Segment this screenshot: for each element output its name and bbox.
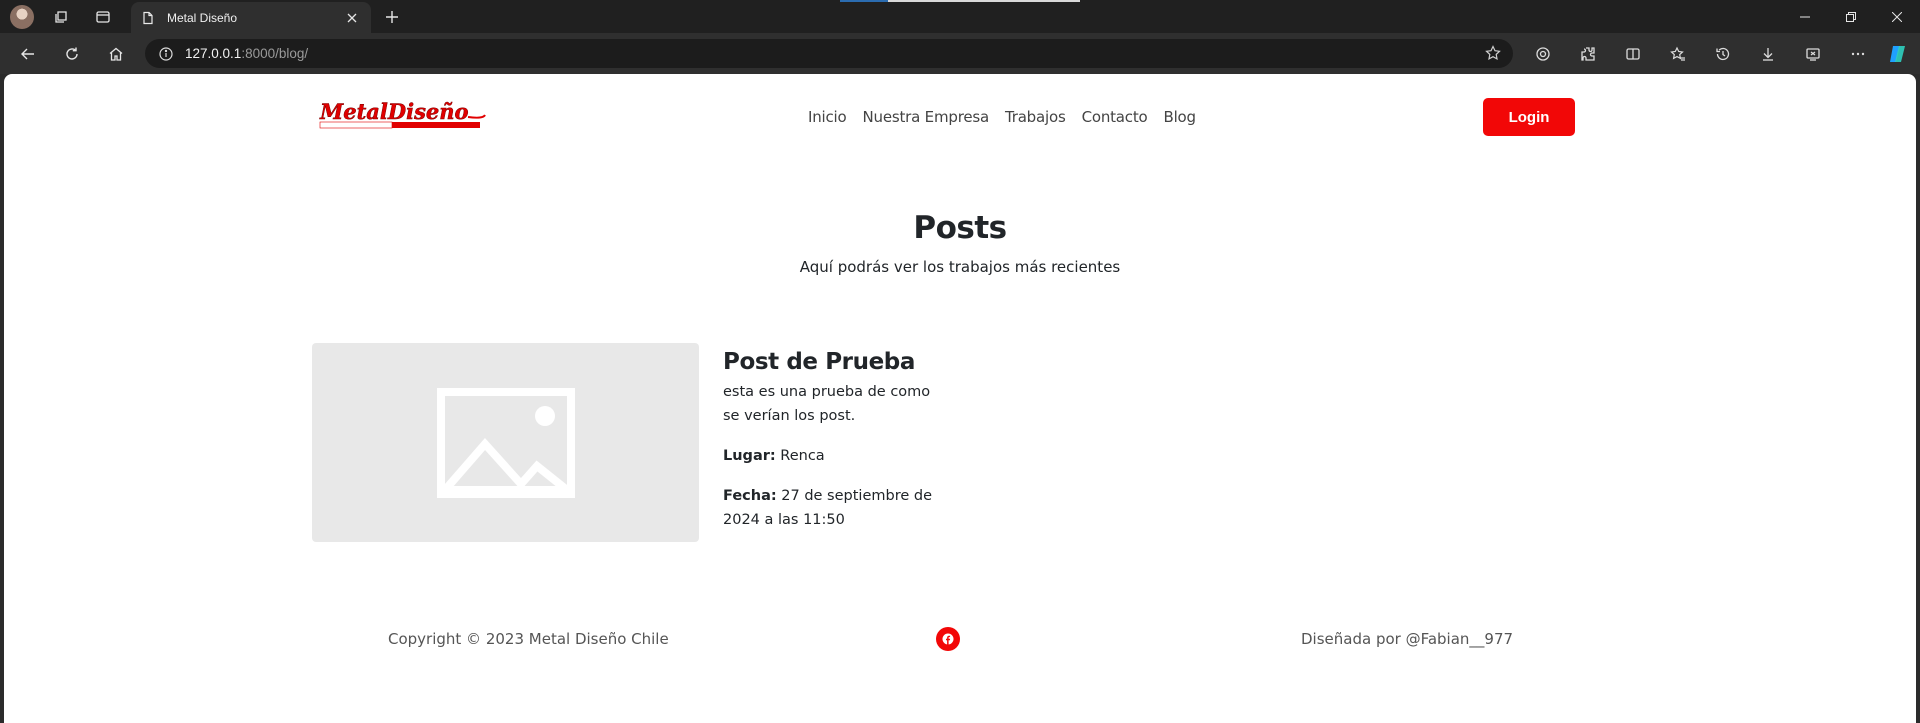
main-nav: Inicio Nuestra Empresa Trabajos Contacto… [800,108,1204,126]
refresh-icon[interactable] [58,41,86,67]
close-tab-icon[interactable] [343,9,361,27]
post-details: Post de Prueba esta es una prueba de com… [723,343,943,532]
url-text: 127.0.0.1:8000/blog/ [185,46,309,61]
page-title: Posts [913,210,1007,246]
browser-toolbar: 127.0.0.1:8000/blog/ [0,33,1920,74]
loading-indicator [840,0,1080,2]
post-image-placeholder[interactable] [312,343,699,542]
home-icon[interactable] [102,41,130,67]
post-title[interactable]: Post de Prueba [723,349,943,375]
address-bar[interactable]: 127.0.0.1:8000/blog/ [145,39,1513,68]
downloads-icon[interactable] [1753,41,1783,67]
restore-icon[interactable] [1828,0,1874,33]
extensions-icon[interactable] [1573,41,1603,67]
browser-tab-active[interactable]: Metal Diseño [131,2,371,33]
tab-title: Metal Diseño [167,10,238,25]
tab-actions-icon[interactable] [90,5,116,29]
login-button[interactable]: Login [1483,98,1575,136]
back-icon[interactable] [14,41,42,67]
post-description: esta es una prueba de como se verían los… [723,384,931,424]
workspaces-icon[interactable] [49,5,75,29]
image-placeholder-icon [436,387,575,498]
new-tab-icon[interactable] [380,5,404,29]
page-subtitle: Aquí podrás ver los trabajos más recient… [799,258,1121,276]
info-icon[interactable] [159,46,173,61]
screenshot-icon[interactable] [1798,41,1828,67]
copilot-icon[interactable] [1883,41,1913,67]
page-icon [143,11,153,24]
svg-text:MetalDiseño: MetalDiseño [319,99,469,124]
facebook-icon[interactable] [936,627,960,651]
close-window-icon[interactable] [1874,0,1920,33]
tracking-icon[interactable] [1528,41,1558,67]
profile-avatar[interactable] [10,5,34,29]
nav-link-inicio[interactable]: Inicio [800,108,855,126]
favorite-star-icon[interactable] [1485,45,1501,66]
page-viewport: MetalDiseño Inicio Nuestra Empresa Traba… [4,74,1916,723]
browser-tab-bar: Metal Diseño [0,0,1920,33]
nav-link-blog[interactable]: Blog [1156,108,1204,126]
favorites-icon[interactable] [1663,41,1693,67]
post-date: Fecha: 27 de septiembre de 2024 a las 11… [723,488,933,528]
footer-designer: Diseñada por @Fabian__977 [1301,630,1514,648]
split-screen-icon[interactable] [1618,41,1648,67]
minimize-icon[interactable] [1782,0,1828,33]
nav-link-nuestra-empresa[interactable]: Nuestra Empresa [855,108,997,126]
nav-link-trabajos[interactable]: Trabajos [997,108,1074,126]
post-place: Lugar: Renca [723,448,825,464]
footer-copyright: Copyright © 2023 Metal Diseño Chile [388,630,669,648]
more-options-icon[interactable] [1843,41,1873,67]
metal-diseno-logo[interactable]: MetalDiseño [318,97,486,133]
history-icon[interactable] [1708,41,1738,67]
nav-link-contacto[interactable]: Contacto [1074,108,1156,126]
